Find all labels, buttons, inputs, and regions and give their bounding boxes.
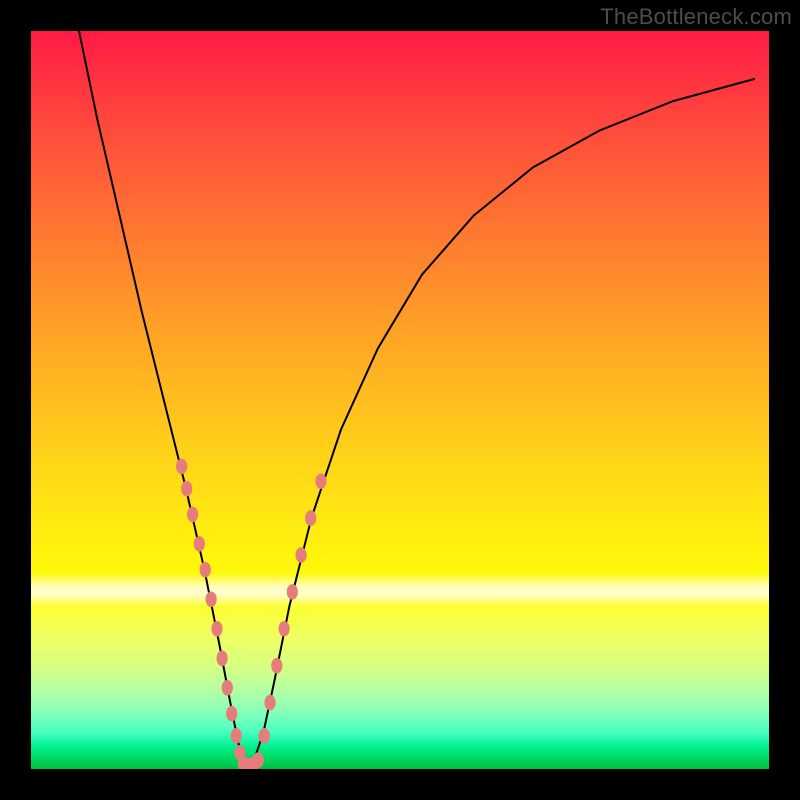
outer-black-frame: TheBottleneck.com xyxy=(0,0,800,800)
data-dot xyxy=(211,621,222,637)
bottleneck-curve xyxy=(79,31,754,765)
data-dot xyxy=(296,547,307,563)
data-dot xyxy=(194,536,205,552)
data-dot xyxy=(253,752,264,768)
data-dot xyxy=(265,695,276,711)
data-dot xyxy=(200,562,211,578)
data-dot xyxy=(315,473,326,489)
data-dot xyxy=(181,481,192,497)
data-dot xyxy=(305,510,316,526)
data-dot xyxy=(217,651,228,667)
data-dot xyxy=(176,459,187,475)
plot-area xyxy=(31,31,769,769)
data-dot xyxy=(231,728,242,744)
data-dot xyxy=(222,680,233,696)
data-dot xyxy=(287,584,298,600)
data-dot xyxy=(279,621,290,637)
data-dot xyxy=(187,507,198,523)
watermark-text: TheBottleneck.com xyxy=(600,4,792,30)
data-dot xyxy=(271,658,282,674)
data-dot xyxy=(226,706,237,722)
curve-layer xyxy=(31,31,769,769)
data-dot xyxy=(259,728,270,744)
data-dot xyxy=(206,592,217,608)
